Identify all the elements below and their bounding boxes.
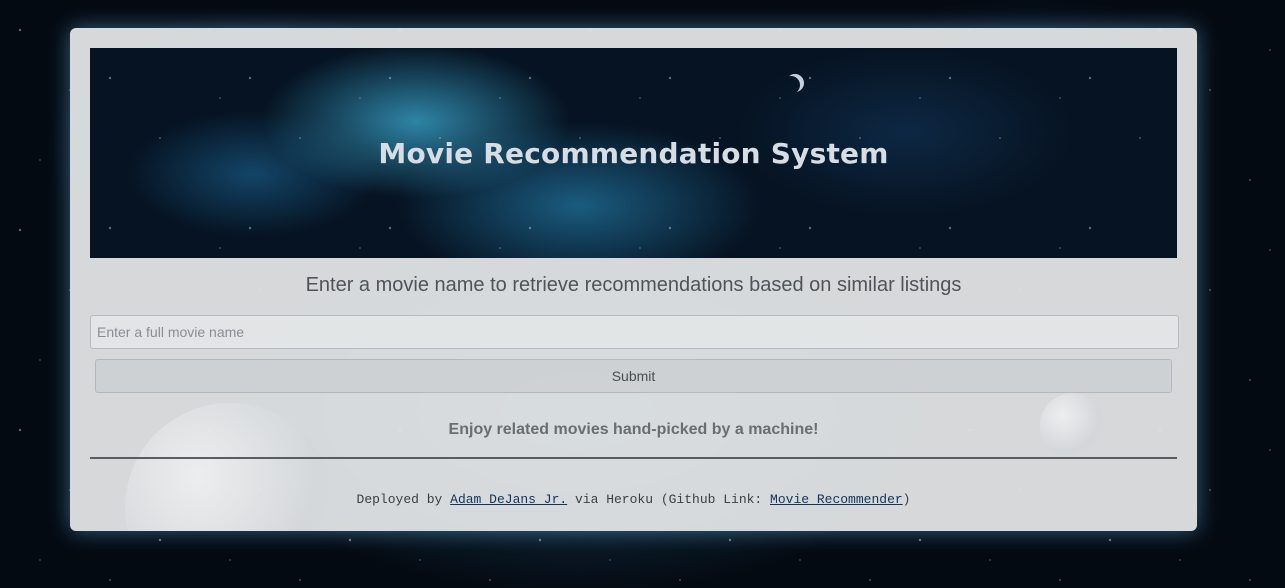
author-link[interactable]: Adam DeJans Jr. — [450, 492, 567, 507]
crescent-moon-icon — [786, 74, 804, 92]
footer: Deployed by Adam DeJans Jr. via Heroku (… — [70, 492, 1197, 507]
footer-middle: via Heroku (Github Link: — [575, 492, 763, 507]
tagline-text: Enjoy related movies hand-picked by a ma… — [448, 421, 819, 438]
instruction-text: Enter a movie name to retrieve recommend… — [305, 274, 962, 296]
hero-banner: Movie Recommendation System — [90, 48, 1177, 258]
submit-button[interactable]: Submit — [95, 359, 1172, 393]
github-repo-link[interactable]: Movie Recommender — [770, 492, 903, 507]
divider — [90, 457, 1177, 459]
movie-name-input[interactable] — [90, 315, 1179, 349]
footer-suffix: ) — [902, 492, 911, 507]
footer-prefix: Deployed by — [356, 492, 443, 507]
page-title: Movie Recommendation System — [378, 136, 889, 170]
main-panel: Movie Recommendation System Enter a movi… — [70, 28, 1197, 531]
